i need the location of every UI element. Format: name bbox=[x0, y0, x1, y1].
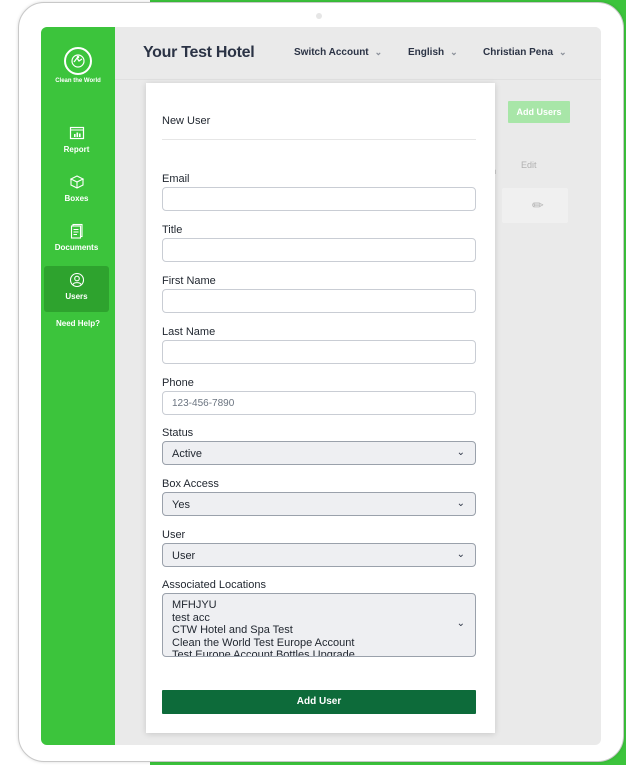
logo-text: Clean the World bbox=[55, 78, 101, 84]
user-role-select[interactable]: User ⌄ bbox=[162, 543, 476, 567]
first-name-label: First Name bbox=[162, 275, 216, 287]
sidebar-item-documents[interactable]: Documents bbox=[44, 217, 109, 263]
sidebar-item-boxes[interactable]: Boxes bbox=[44, 168, 109, 214]
top-bar: Your Test Hotel Switch Account ⌄ English ⌄… bbox=[115, 27, 601, 80]
sidebar-item-label: Report bbox=[63, 145, 90, 154]
location-option[interactable]: MFHJYU bbox=[163, 599, 355, 612]
user-icon bbox=[69, 272, 84, 288]
sidebar: Clean the World Report Boxes Documents U… bbox=[41, 27, 115, 745]
sidebar-item-label: Users bbox=[65, 292, 88, 301]
email-field[interactable] bbox=[162, 187, 476, 211]
email-label: Email bbox=[162, 173, 190, 185]
chevron-down-icon: ⌄ bbox=[456, 447, 465, 458]
location-option[interactable]: Clean the World Test Europe Account bbox=[163, 637, 355, 650]
globe-logo-icon bbox=[64, 47, 92, 75]
chevron-down-icon: ⌄ bbox=[456, 618, 465, 629]
chevron-down-icon: ⌄ bbox=[450, 47, 458, 57]
phone-label: Phone bbox=[162, 377, 194, 389]
pencil-icon[interactable]: ✏︎ bbox=[532, 197, 544, 214]
camera-dot bbox=[316, 13, 322, 19]
chevron-down-icon: ⌄ bbox=[456, 498, 465, 509]
language-label: English bbox=[408, 47, 445, 58]
locations-multiselect[interactable]: MFHJYU test acc CTW Hotel and Spa Test C… bbox=[162, 593, 476, 657]
sidebar-item-report[interactable]: Report bbox=[44, 119, 109, 165]
title-field[interactable] bbox=[162, 238, 476, 262]
chevron-down-icon: ⌄ bbox=[559, 47, 567, 57]
report-icon bbox=[69, 126, 84, 140]
edit-column-header: Edit bbox=[521, 160, 537, 170]
box-access-label: Box Access bbox=[162, 478, 219, 490]
user-role-value: User bbox=[172, 550, 196, 562]
user-role-label: User bbox=[162, 529, 186, 541]
user-menu-dropdown[interactable]: Christian Pena ⌄ bbox=[483, 47, 567, 58]
status-value: Active bbox=[172, 448, 202, 460]
add-users-button[interactable]: Add Users bbox=[508, 101, 570, 123]
locations-label: Associated Locations bbox=[162, 579, 266, 591]
app-screen: Clean the World Report Boxes Documents U… bbox=[41, 27, 601, 745]
location-option[interactable]: Test Europe Account Bottles Upgrade bbox=[163, 649, 355, 656]
location-option[interactable]: CTW Hotel and Spa Test bbox=[163, 624, 355, 637]
phone-field[interactable] bbox=[162, 391, 476, 415]
switch-account-label: Switch Account bbox=[294, 47, 369, 58]
sidebar-item-label: Boxes bbox=[64, 194, 89, 203]
chevron-down-icon: ⌄ bbox=[374, 47, 383, 57]
last-name-field[interactable] bbox=[162, 340, 476, 364]
need-help-link[interactable]: Need Help? bbox=[41, 319, 115, 328]
new-user-modal: New User Email Title First Name Last Nam… bbox=[146, 83, 495, 733]
sidebar-item-label: Documents bbox=[54, 243, 99, 252]
status-select[interactable]: Active ⌄ bbox=[162, 441, 476, 465]
language-dropdown[interactable]: English ⌄ bbox=[408, 47, 458, 58]
title-label: Title bbox=[162, 224, 183, 236]
location-option[interactable]: test acc bbox=[163, 612, 355, 625]
first-name-field[interactable] bbox=[162, 289, 476, 313]
divider bbox=[162, 139, 476, 140]
switch-account-dropdown[interactable]: Switch Account ⌄ bbox=[294, 47, 382, 58]
chevron-down-icon: ⌄ bbox=[456, 549, 465, 560]
documents-icon bbox=[70, 223, 83, 239]
box-icon bbox=[69, 175, 84, 189]
box-access-value: Yes bbox=[172, 499, 190, 511]
logo[interactable]: Clean the World bbox=[41, 47, 115, 84]
add-user-button[interactable]: Add User bbox=[162, 690, 476, 714]
box-access-select[interactable]: Yes ⌄ bbox=[162, 492, 476, 516]
tablet-frame: Clean the World Report Boxes Documents U… bbox=[18, 2, 624, 762]
status-label: Status bbox=[162, 427, 194, 439]
modal-title: New User bbox=[162, 115, 211, 127]
last-name-label: Last Name bbox=[162, 326, 216, 338]
hotel-name: Your Test Hotel bbox=[143, 44, 255, 61]
user-name: Christian Pena bbox=[483, 47, 554, 58]
sidebar-item-users[interactable]: Users bbox=[44, 266, 109, 312]
